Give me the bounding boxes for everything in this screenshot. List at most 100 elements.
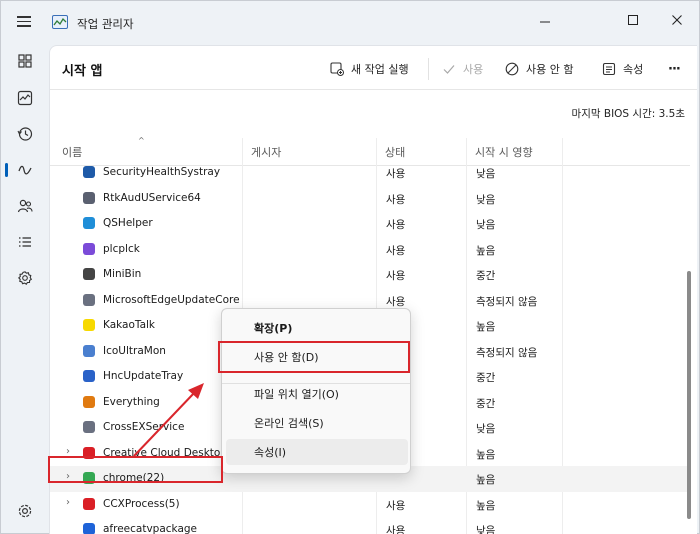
nav-processes[interactable] bbox=[9, 45, 41, 77]
menu-item-search-online[interactable]: 온라인 검색(S) bbox=[226, 410, 408, 436]
app-icon bbox=[82, 420, 96, 434]
highlight-disable-menu-item bbox=[218, 341, 410, 373]
app-icon bbox=[82, 395, 96, 409]
checkmark-icon bbox=[442, 62, 456, 76]
app-name: SecurityHealthSystray bbox=[103, 166, 221, 178]
app-startup-impact: 낮음 bbox=[476, 168, 496, 180]
app-startup-impact: 낮음 bbox=[476, 219, 496, 231]
nav-startup-apps[interactable] bbox=[5, 154, 41, 186]
hamburger-menu-icon[interactable] bbox=[11, 13, 37, 35]
app-status: 사용 bbox=[386, 193, 406, 206]
page-header: 시작 앱 새 작업 실행 사용 사용 안 함 속성 ··· bbox=[50, 46, 697, 90]
column-header-name[interactable]: 이름 bbox=[50, 138, 242, 166]
performance-icon bbox=[17, 90, 33, 106]
app-startup-impact: 낮음 bbox=[476, 423, 496, 435]
app-startup-impact: 중간 bbox=[476, 270, 496, 282]
minimize-icon bbox=[540, 21, 550, 23]
enable-button[interactable]: 사용 bbox=[442, 58, 483, 80]
app-startup-impact: 낮음 bbox=[476, 193, 496, 206]
enable-label: 사용 bbox=[463, 63, 484, 76]
details-icon bbox=[19, 237, 31, 247]
nav-users[interactable] bbox=[9, 190, 41, 222]
app-startup-impact: 높음 bbox=[476, 474, 496, 486]
app-icon bbox=[82, 369, 96, 383]
table-row[interactable]: RtkAudUService64 사용 낮음 bbox=[50, 186, 690, 212]
app-startup-impact: 높음 bbox=[476, 244, 496, 257]
minimize-button[interactable] bbox=[525, 5, 565, 31]
table-row[interactable]: › CCXProcess(5) 사용 높음 bbox=[50, 492, 690, 518]
settings-icon bbox=[18, 504, 32, 518]
nav-performance[interactable] bbox=[9, 82, 41, 114]
bios-time: 마지막 BIOS 시간: 3.5초 bbox=[571, 108, 685, 120]
app-name: HncUpdateTray bbox=[103, 370, 184, 382]
app-name: MicrosoftEdgeUpdateCore bbox=[103, 293, 240, 306]
app-icon bbox=[82, 344, 96, 358]
app-icon bbox=[82, 318, 96, 332]
app-name: CrossEXService bbox=[103, 421, 185, 433]
app-name: afreecatvpackage bbox=[103, 523, 198, 534]
app-name: KakaoTalk bbox=[103, 319, 155, 331]
nav-details[interactable] bbox=[9, 226, 41, 258]
app-status: 사용 bbox=[386, 525, 406, 534]
toolbar-separator bbox=[428, 58, 429, 80]
expand-chevron-icon[interactable]: › bbox=[66, 497, 70, 508]
app-history-icon bbox=[17, 127, 33, 141]
app-startup-impact: 높음 bbox=[476, 321, 496, 333]
processes-icon bbox=[18, 54, 32, 68]
table-row[interactable]: SecurityHealthSystray 사용 낮음 bbox=[50, 166, 690, 186]
app-name: Everything bbox=[103, 395, 160, 408]
app-startup-impact: 측정되지 않음 bbox=[476, 346, 538, 359]
app-name: MiniBin bbox=[103, 268, 142, 280]
nav-services[interactable] bbox=[9, 262, 41, 294]
properties-button[interactable]: 속성 bbox=[602, 58, 643, 80]
menu-item-expand[interactable]: 확장(P) bbox=[226, 315, 408, 341]
nav-settings[interactable] bbox=[9, 495, 41, 527]
column-header-status[interactable]: 상태 bbox=[376, 138, 466, 166]
more-options-button[interactable]: ··· bbox=[668, 58, 681, 80]
highlight-chrome-row bbox=[48, 456, 223, 483]
new-task-icon bbox=[330, 62, 344, 76]
table-row[interactable]: afreecatvpackage 사용 낮음 bbox=[50, 517, 690, 534]
app-name: QSHelper bbox=[103, 217, 153, 229]
app-icon bbox=[82, 497, 96, 511]
app-startup-impact: 낮음 bbox=[476, 525, 496, 534]
context-menu: 확장(P) 사용 안 함(D) 파일 위치 열기(O) 온라인 검색(S) 속성… bbox=[221, 308, 411, 474]
maximize-icon bbox=[628, 15, 638, 25]
page-title: 시작 앱 bbox=[62, 64, 103, 79]
nav-app-history[interactable] bbox=[9, 118, 41, 150]
properties-label: 속성 bbox=[623, 63, 644, 76]
table-row[interactable]: plcplck 사용 높음 bbox=[50, 237, 690, 263]
startup-apps-icon bbox=[18, 165, 32, 175]
app-status: 사용 bbox=[386, 168, 406, 180]
close-button[interactable] bbox=[657, 7, 697, 33]
app-status: 사용 bbox=[386, 270, 406, 282]
app-startup-impact: 높음 bbox=[476, 499, 496, 512]
menu-item-open-file-location[interactable]: 파일 위치 열기(O) bbox=[226, 381, 408, 407]
vertical-scrollbar[interactable] bbox=[687, 271, 691, 519]
app-icon bbox=[82, 293, 96, 307]
column-header-impact[interactable]: 시작 시 영향 bbox=[466, 138, 562, 166]
app-icon bbox=[82, 166, 96, 179]
task-manager-window: 작업 관리자 시작 앱 새 작업 실행 사용 사용 안 함 속성 ··· 마지막… bbox=[0, 0, 700, 534]
column-header-publisher[interactable]: 게시자 bbox=[242, 138, 376, 166]
maximize-button[interactable] bbox=[613, 7, 653, 33]
users-icon bbox=[17, 199, 33, 213]
task-manager-app-icon bbox=[52, 15, 68, 29]
menu-item-properties[interactable]: 속성(I) bbox=[226, 439, 408, 465]
expand-chevron-icon[interactable]: › bbox=[66, 446, 70, 457]
table-row[interactable]: MiniBin 사용 중간 bbox=[50, 262, 690, 288]
app-startup-impact: 중간 bbox=[476, 397, 496, 410]
table-row[interactable]: QSHelper 사용 낮음 bbox=[50, 211, 690, 237]
app-icon bbox=[82, 522, 96, 534]
new-task-label: 새 작업 실행 bbox=[351, 63, 409, 76]
column-header-empty bbox=[562, 138, 690, 166]
app-icon bbox=[82, 216, 96, 230]
app-status: 사용 bbox=[386, 295, 406, 308]
app-startup-impact: 중간 bbox=[476, 372, 496, 384]
new-task-button[interactable]: 새 작업 실행 bbox=[330, 58, 409, 80]
app-icon bbox=[82, 191, 96, 205]
title-bar: 작업 관리자 bbox=[1, 1, 700, 45]
properties-icon bbox=[602, 62, 616, 76]
disable-button[interactable]: 사용 안 함 bbox=[505, 58, 573, 80]
close-icon bbox=[672, 15, 682, 25]
